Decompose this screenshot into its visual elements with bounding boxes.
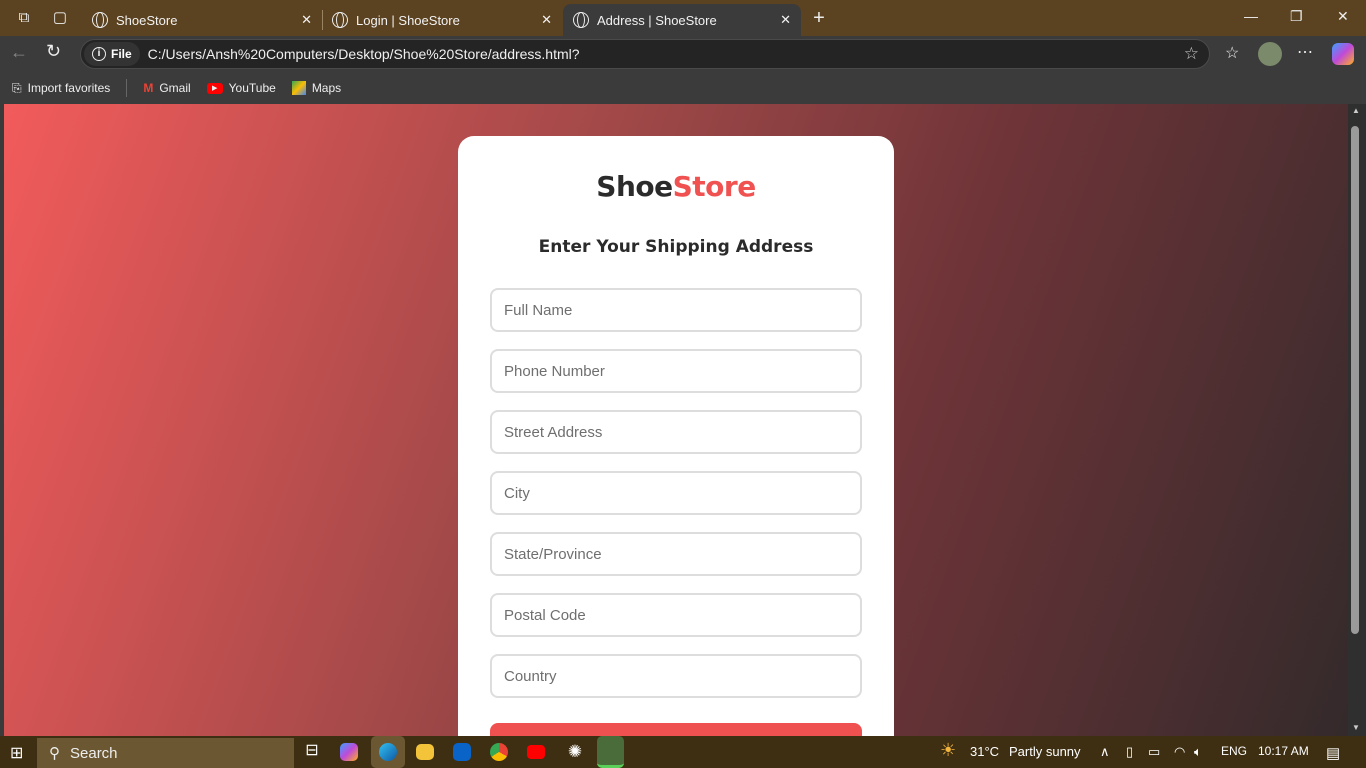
weather-temp[interactable]: 31°C: [970, 744, 999, 759]
bookmark-gmail[interactable]: M Gmail: [143, 81, 190, 95]
scheme-label: File: [111, 47, 132, 61]
bookmark-maps[interactable]: Maps: [291, 81, 342, 95]
avatar[interactable]: [1258, 42, 1282, 66]
logo-part1: Shoe: [596, 170, 673, 203]
scrollbar[interactable]: ▲ ▼: [1348, 104, 1366, 736]
search-icon: ⚲: [49, 745, 60, 762]
bookmark-label: YouTube: [228, 81, 276, 95]
gmail-icon: M: [143, 81, 154, 95]
address-form-card: ShoeStore Enter Your Shipping Address: [458, 136, 894, 736]
notifications-icon[interactable]: ▤: [1326, 744, 1340, 762]
windows-start-icon[interactable]: ⊞: [10, 743, 23, 763]
youtube-app-icon[interactable]: [527, 745, 545, 759]
close-window-icon[interactable]: ✕: [1337, 8, 1349, 25]
clock[interactable]: 10:17 AM: [1258, 744, 1309, 758]
page-background: ShoeStore Enter Your Shipping Address: [4, 104, 1348, 736]
back-icon[interactable]: ←: [10, 42, 28, 63]
task-view-icon[interactable]: ⊟: [300, 740, 324, 764]
notepad-app-icon[interactable]: [597, 736, 624, 768]
scroll-up-icon[interactable]: ▲: [1352, 106, 1360, 115]
edge-app-icon[interactable]: [371, 736, 405, 768]
close-tab-icon[interactable]: ✕: [301, 12, 312, 28]
language-indicator[interactable]: ENG: [1221, 744, 1247, 758]
state-province-input[interactable]: [490, 532, 862, 576]
postal-code-input[interactable]: [490, 593, 862, 637]
favorite-star-icon[interactable]: ☆: [1184, 44, 1199, 64]
weather-icon: ☀: [940, 740, 957, 760]
refresh-icon[interactable]: ↻: [46, 41, 61, 62]
tab-title: ShoeStore: [116, 12, 178, 28]
chrome-icon[interactable]: [490, 743, 508, 761]
country-input[interactable]: [490, 654, 862, 698]
city-input[interactable]: [490, 471, 862, 515]
site-info-button[interactable]: i File: [84, 42, 140, 66]
volume-icon[interactable]: 🔈︎: [1194, 744, 1202, 760]
import-icon: ⎘: [12, 80, 22, 95]
more-icon[interactable]: ⋯: [1297, 42, 1313, 62]
file-explorer-icon[interactable]: [416, 744, 434, 760]
taskbar-search[interactable]: ⚲ Search: [37, 738, 294, 768]
form-heading: Enter Your Shipping Address: [538, 237, 814, 257]
meet-icon[interactable]: ▯: [1126, 744, 1133, 760]
restore-icon[interactable]: ❐: [1290, 8, 1303, 25]
tab-address[interactable]: Address | ShoeStore ✕: [563, 4, 801, 36]
globe-icon: [332, 12, 348, 28]
battery-icon[interactable]: ▭: [1148, 744, 1160, 760]
info-icon: i: [92, 47, 106, 61]
close-tab-icon[interactable]: ✕: [780, 12, 791, 28]
url-text[interactable]: C:/Users/Ansh%20Computers/Desktop/Shoe%2…: [148, 46, 580, 62]
favorites-icon[interactable]: ☆: [1225, 43, 1239, 63]
close-tab-icon[interactable]: ✕: [541, 12, 552, 28]
street-address-input[interactable]: [490, 410, 862, 454]
copilot-app-icon[interactable]: [340, 743, 358, 761]
tab-bar: ⧉ ▢ ShoeStore ✕ Login | ShoeStore ✕ Addres…: [0, 0, 1366, 36]
tab-title: Address | ShoeStore: [597, 12, 717, 28]
submit-button[interactable]: [490, 723, 862, 736]
taskbar: ⊞ ⚲ Search ⊟ ✺ ☀ 31°C Partly sunny ∧ ▯ ▭ …: [0, 736, 1366, 768]
bookmark-label: Gmail: [159, 81, 191, 95]
copilot-icon[interactable]: [1332, 43, 1354, 65]
vertical-tabs-icon[interactable]: ▢: [50, 8, 70, 28]
tab-title: Login | ShoeStore: [356, 12, 460, 28]
tab-login[interactable]: Login | ShoeStore ✕: [322, 4, 562, 36]
scrollbar-thumb[interactable]: [1351, 126, 1359, 634]
globe-icon: [92, 12, 108, 28]
workspaces-icon[interactable]: ⧉: [14, 8, 34, 28]
wifi-icon[interactable]: ◠: [1174, 744, 1185, 760]
address-bar[interactable]: i File C:/Users/Ansh%20Computers/Desktop/…: [80, 39, 1210, 69]
logo-part2: Store: [672, 170, 757, 203]
maps-icon: [291, 81, 306, 95]
bookmark-import-favorites[interactable]: ⎘ Import favorites: [12, 81, 110, 96]
bookmark-label: Import favorites: [27, 81, 111, 95]
logo: ShoeStore: [458, 170, 894, 203]
outlook-icon[interactable]: [453, 743, 471, 761]
new-tab-icon[interactable]: +: [809, 8, 829, 28]
scroll-down-icon[interactable]: ▼: [1352, 723, 1360, 732]
minimize-icon[interactable]: —: [1244, 8, 1258, 24]
bookmark-youtube[interactable]: ▶ YouTube: [206, 81, 276, 95]
phone-number-input[interactable]: [490, 349, 862, 393]
bookmark-label: Maps: [311, 81, 342, 95]
full-name-input[interactable]: [490, 288, 862, 332]
chevron-up-icon[interactable]: ∧: [1100, 744, 1110, 760]
navigation-bar: ← ↻ i File C:/Users/Ansh%20Computers/Desk…: [0, 36, 1366, 72]
chatgpt-icon[interactable]: ✺: [563, 740, 587, 764]
weather-condition[interactable]: Partly sunny: [1009, 744, 1081, 759]
globe-icon: [573, 12, 589, 28]
bookmarks-bar: ⎘ Import favorites M Gmail ▶ YouTube Maps: [0, 72, 1366, 104]
tab-shoestore[interactable]: ShoeStore ✕: [82, 4, 323, 36]
divider: [126, 79, 128, 97]
search-label: Search: [70, 744, 118, 762]
youtube-icon: ▶: [206, 82, 223, 94]
